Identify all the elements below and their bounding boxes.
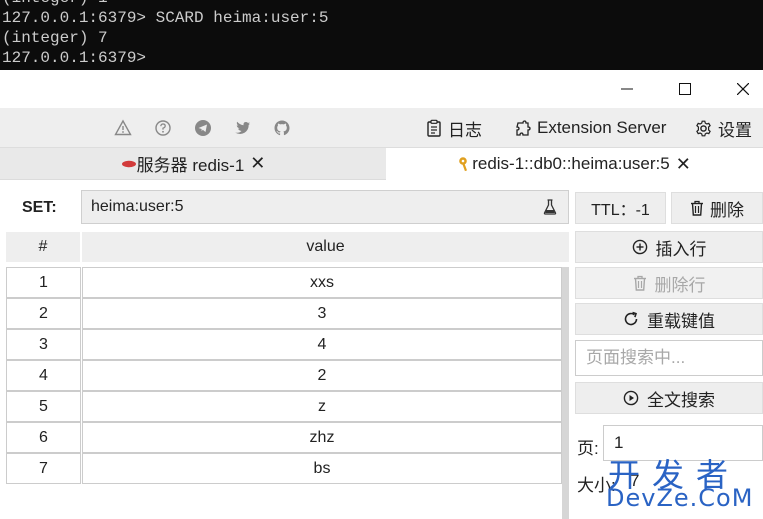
telegram-icon[interactable] [193,118,213,138]
extension-server-label: Extension Server [537,118,667,137]
terminal-line: (integer) 7 [2,29,108,47]
insert-row-label: 插入行 [655,239,707,259]
fulltext-search-label: 全文搜索 [647,390,715,410]
github-icon[interactable] [272,118,292,138]
tab-server[interactable]: 服务器 redis-1 ✕ [0,148,386,180]
play-circle-icon [623,390,639,406]
terminal-window: (integer) 1 127.0.0.1:6379> SCARD heima:… [0,0,763,70]
row-index-cell: 3 [6,329,81,360]
tab-close-icon[interactable]: ✕ [250,153,265,174]
refresh-icon [624,311,638,326]
row-value-cell[interactable]: 4 [82,329,562,360]
row-value-cell[interactable]: xxs [82,267,562,298]
clipboard-icon [427,119,441,137]
reload-value-label: 重载键值 [647,311,715,331]
server-dot-icon [121,160,136,167]
twitter-icon[interactable] [232,118,252,138]
row-index-cell: 7 [6,453,81,484]
terminal-line: (integer) 1 [2,0,108,8]
table-row[interactable]: 3 4 [6,329,569,360]
watermark-bottom: DevZe.CoM [606,484,754,512]
key-icon [459,157,468,172]
flask-icon[interactable] [543,199,557,220]
window-titlebar [0,70,763,108]
size-value: 7 [630,471,640,490]
delete-key-button[interactable]: 删除 [671,192,763,224]
log-label: 日志 [448,120,482,140]
page-label: 页: [577,439,599,458]
table-row[interactable]: 5 z [6,391,569,422]
close-icon [737,83,749,95]
ttl-button[interactable]: TTL：-1 [575,192,666,224]
delete-row-label: 删除行 [654,275,706,295]
reload-value-button[interactable]: 重载键值 [575,303,763,335]
delete-key-label: 删除 [710,200,744,220]
minimize-button[interactable] [598,70,656,108]
tab-close-icon[interactable]: ✕ [676,154,691,175]
terminal-line: 127.0.0.1:6379> [2,49,147,67]
column-header-index[interactable]: # [6,232,80,262]
minimize-icon [621,88,633,90]
table-row[interactable]: 1 xxs [6,267,569,298]
fulltext-search-button[interactable]: 全文搜索 [575,382,763,414]
row-index-cell: 1 [6,267,81,298]
plus-circle-icon [632,239,647,255]
plugin-icon [516,119,531,136]
row-value-cell[interactable]: 3 [82,298,562,329]
row-value-cell[interactable]: zhz [82,422,562,453]
table-row[interactable]: 6 zhz [6,422,569,453]
row-value-cell[interactable]: 2 [82,360,562,391]
key-header: SET: TTL：-1 删除 [0,188,763,226]
toolbar: 日志 Extension Server 设置 [0,108,763,148]
settings-button[interactable]: 设置 [695,116,752,140]
extension-server-button[interactable]: Extension Server [514,116,666,140]
maximize-icon [679,83,691,95]
table-row[interactable]: 4 2 [6,360,569,391]
table-row[interactable]: 7 bs [6,453,569,484]
tab-key-label: redis-1::db0::heima:user:5 [472,154,670,173]
page-number-input[interactable] [603,425,763,461]
row-index-cell: 6 [6,422,81,453]
column-header-value[interactable]: value [82,232,569,262]
page-search-input[interactable] [575,340,763,376]
trash-icon [633,275,646,291]
row-index-cell: 5 [6,391,81,422]
tab-bar: 服务器 redis-1 ✕ redis-1::db0::heima:user:5… [0,148,763,180]
terminal-line: 127.0.0.1:6379> SCARD heima:user:5 [2,9,329,27]
table-row[interactable]: 2 3 [6,298,569,329]
key-type-label: SET: [22,199,57,216]
help-icon[interactable] [153,118,173,138]
row-index-cell: 2 [6,298,81,329]
maximize-button[interactable] [656,70,714,108]
row-index-cell: 4 [6,360,81,391]
close-window-button[interactable] [714,70,763,108]
settings-label: 设置 [718,120,752,140]
table-header: # value [6,232,569,262]
warning-icon[interactable] [113,118,133,138]
gear-icon [696,120,711,136]
insert-row-button[interactable]: 插入行 [575,231,763,263]
row-value-cell[interactable]: bs [82,453,562,484]
delete-row-button[interactable]: 删除行 [575,267,763,299]
log-button[interactable]: 日志 [426,116,482,140]
tab-key[interactable]: redis-1::db0::heima:user:5 ✕ [386,148,763,180]
key-name-input[interactable] [81,190,569,224]
table-scrollbar[interactable] [562,267,569,519]
size-label: 大小: [577,476,616,495]
tab-server-label: 服务器 redis-1 [136,156,245,175]
row-value-cell[interactable]: z [82,391,562,422]
trash-icon [691,200,703,216]
